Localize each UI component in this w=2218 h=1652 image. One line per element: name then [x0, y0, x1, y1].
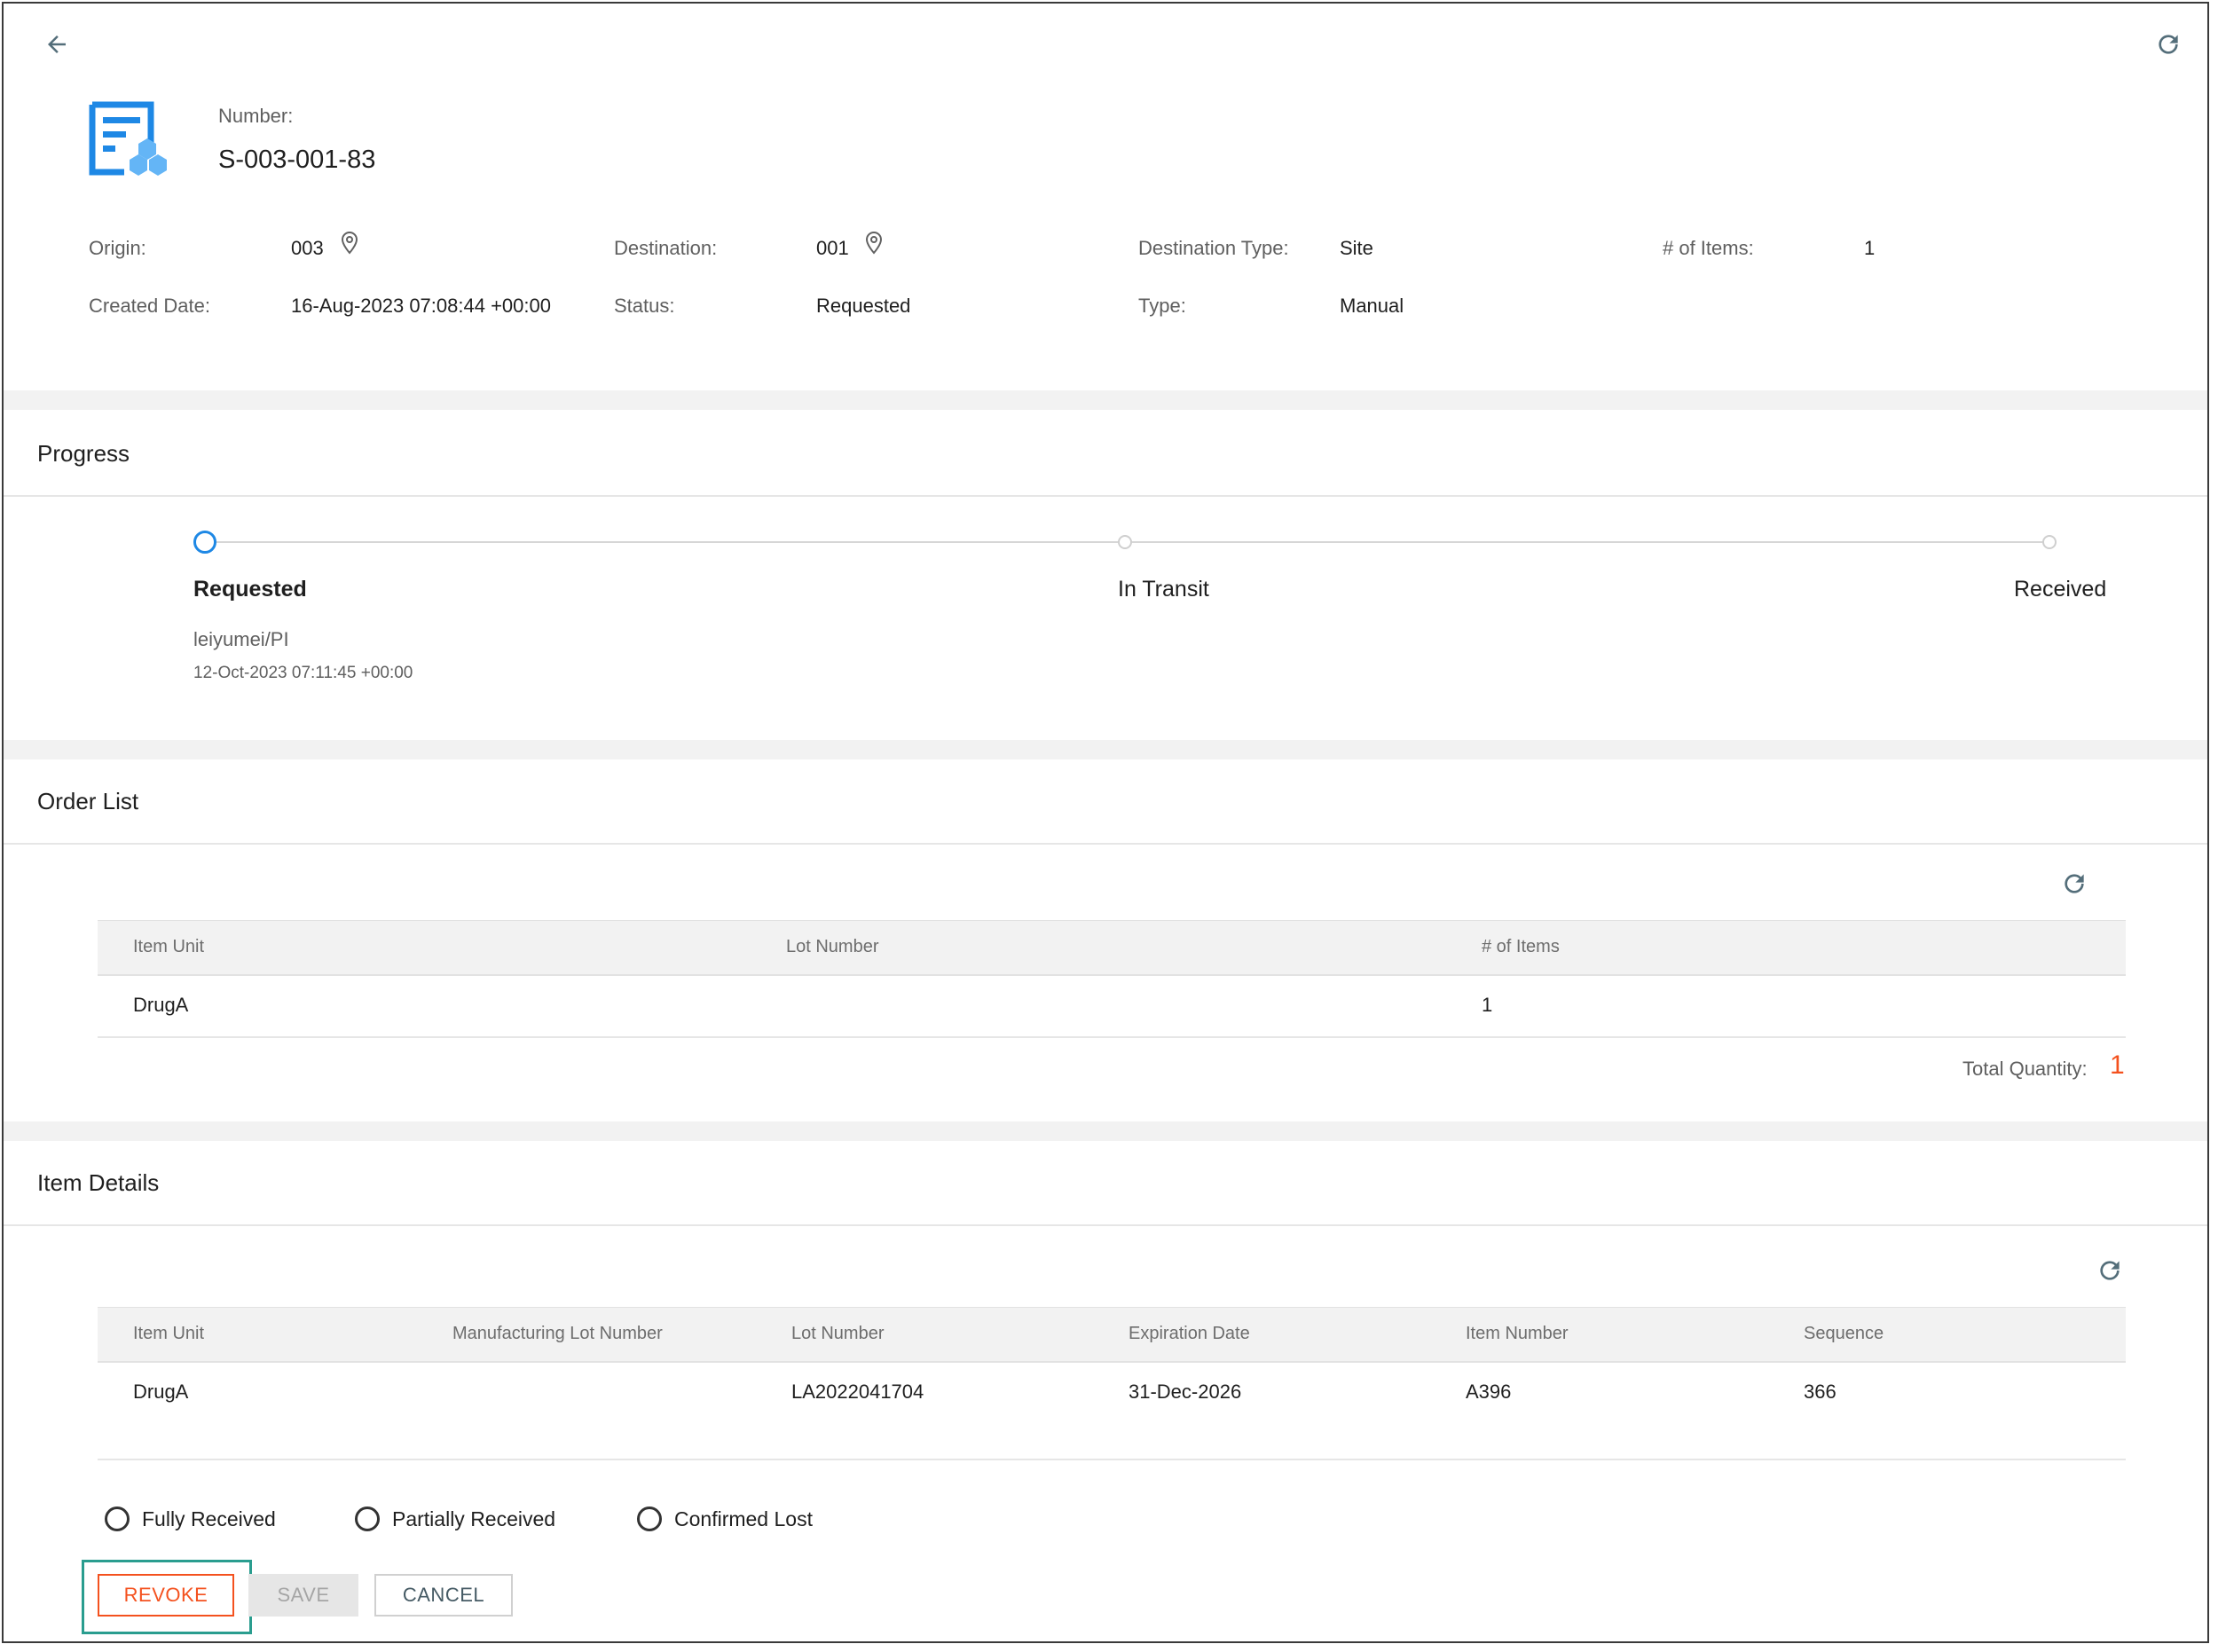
progress-step-received-label: Received	[2014, 577, 2107, 602]
save-button[interactable]: SAVE	[248, 1574, 358, 1617]
order-list-refresh-button[interactable]	[2057, 866, 2092, 901]
partially-received-radio[interactable]: Partially Received	[355, 1506, 555, 1531]
column-header-manufacturing-lot-number: Manufacturing Lot Number	[452, 1324, 663, 1343]
partially-received-label: Partially Received	[392, 1506, 556, 1530]
progress-step-marker-requested	[193, 531, 216, 554]
column-header-item-number: Item Number	[1466, 1324, 1569, 1343]
refresh-icon	[2065, 874, 2084, 893]
destination-label: Destination:	[614, 237, 718, 259]
order-list-table-header: Item Unit Lot Number # of Items	[98, 920, 2126, 976]
column-header-item-unit: Item Unit	[133, 1324, 205, 1343]
fully-received-label: Fully Received	[142, 1506, 276, 1530]
progress-header-divider	[4, 495, 2207, 497]
item-row-item-number: A396	[1466, 1381, 1512, 1403]
items-count-label: # of Items:	[1663, 237, 1754, 259]
column-header-items-count: # of Items	[1482, 937, 1560, 956]
section-divider	[4, 390, 2207, 410]
item-row-expiration-date: 31-Dec-2026	[1129, 1381, 1242, 1403]
order-list-header-divider	[4, 843, 2207, 845]
column-header-sequence: Sequence	[1804, 1324, 1884, 1343]
destination-type-label: Destination Type:	[1138, 237, 1289, 259]
progress-step-requested-timestamp: 12-Oct-2023 07:11:45 +00:00	[193, 664, 413, 682]
shipment-detail-page: Number: S-003-001-83 Origin: 003 Destina…	[2, 2, 2209, 1643]
item-details-header-divider	[4, 1224, 2207, 1226]
item-row-item-unit: DrugA	[133, 1381, 189, 1403]
item-details-title: Item Details	[37, 1169, 160, 1196]
revoke-button[interactable]: REVOKE	[98, 1574, 234, 1617]
progress-step-requested-label: Requested	[193, 577, 307, 602]
order-row-item-unit: DrugA	[133, 994, 189, 1016]
progress-title: Progress	[37, 440, 130, 467]
section-divider	[4, 1121, 2207, 1141]
order-row-divider	[98, 1036, 2126, 1038]
total-quantity-label: Total Quantity:	[1962, 1058, 2088, 1080]
radio-circle	[637, 1506, 662, 1531]
created-date-value: 16-Aug-2023 07:08:44 +00:00	[291, 295, 551, 317]
shipment-number: S-003-001-83	[218, 146, 376, 174]
item-row-sequence: 366	[1804, 1381, 1837, 1403]
item-row-lot-number: LA2022041704	[791, 1381, 924, 1403]
number-label: Number:	[218, 105, 294, 127]
origin-label: Origin:	[89, 237, 146, 259]
location-pin-icon	[865, 231, 883, 255]
radio-circle	[105, 1506, 130, 1531]
column-header-expiration-date: Expiration Date	[1129, 1324, 1250, 1343]
back-button[interactable]	[39, 27, 75, 62]
destination-value: 001	[816, 237, 849, 259]
fully-received-radio[interactable]: Fully Received	[105, 1506, 276, 1531]
confirmed-lost-radio[interactable]: Confirmed Lost	[637, 1506, 813, 1531]
progress-step-requested-user: leiyumei/PI	[193, 628, 289, 650]
order-list-title: Order List	[37, 788, 139, 814]
column-header-lot-number: Lot Number	[786, 937, 879, 956]
progress-step-marker-received	[2042, 535, 2057, 549]
status-value: Requested	[816, 295, 911, 317]
section-divider	[4, 740, 2207, 759]
refresh-icon	[2159, 35, 2178, 54]
type-value: Manual	[1340, 295, 1404, 317]
shipment-document-icon	[89, 101, 167, 176]
location-pin-icon	[341, 231, 358, 255]
order-row-items-count: 1	[1482, 994, 1493, 1016]
items-count-value: 1	[1864, 237, 1876, 259]
cancel-button[interactable]: CANCEL	[374, 1574, 513, 1617]
type-label: Type:	[1138, 295, 1186, 317]
item-details-table-header: Item Unit Manufacturing Lot Number Lot N…	[98, 1307, 2126, 1363]
progress-step-marker-in-transit	[1118, 535, 1132, 549]
destination-type-value: Site	[1340, 237, 1373, 259]
back-arrow-icon	[48, 35, 66, 53]
column-header-item-unit: Item Unit	[133, 937, 205, 956]
column-header-lot-number: Lot Number	[791, 1324, 885, 1343]
destination-location-button[interactable]	[863, 231, 886, 257]
total-quantity-value: 1	[2110, 1050, 2125, 1080]
created-date-label: Created Date:	[89, 295, 210, 317]
confirmed-lost-label: Confirmed Lost	[674, 1506, 813, 1530]
refresh-page-button[interactable]	[2151, 27, 2186, 62]
radio-circle	[355, 1506, 380, 1531]
item-row-divider	[98, 1459, 2126, 1460]
origin-location-button[interactable]	[339, 231, 362, 257]
item-details-refresh-button[interactable]	[2092, 1253, 2128, 1288]
shipment-logo	[89, 101, 172, 181]
refresh-icon	[2100, 1261, 2120, 1280]
progress-step-in-transit-label: In Transit	[1118, 577, 1209, 602]
status-label: Status:	[614, 295, 675, 317]
origin-value: 003	[291, 237, 324, 259]
